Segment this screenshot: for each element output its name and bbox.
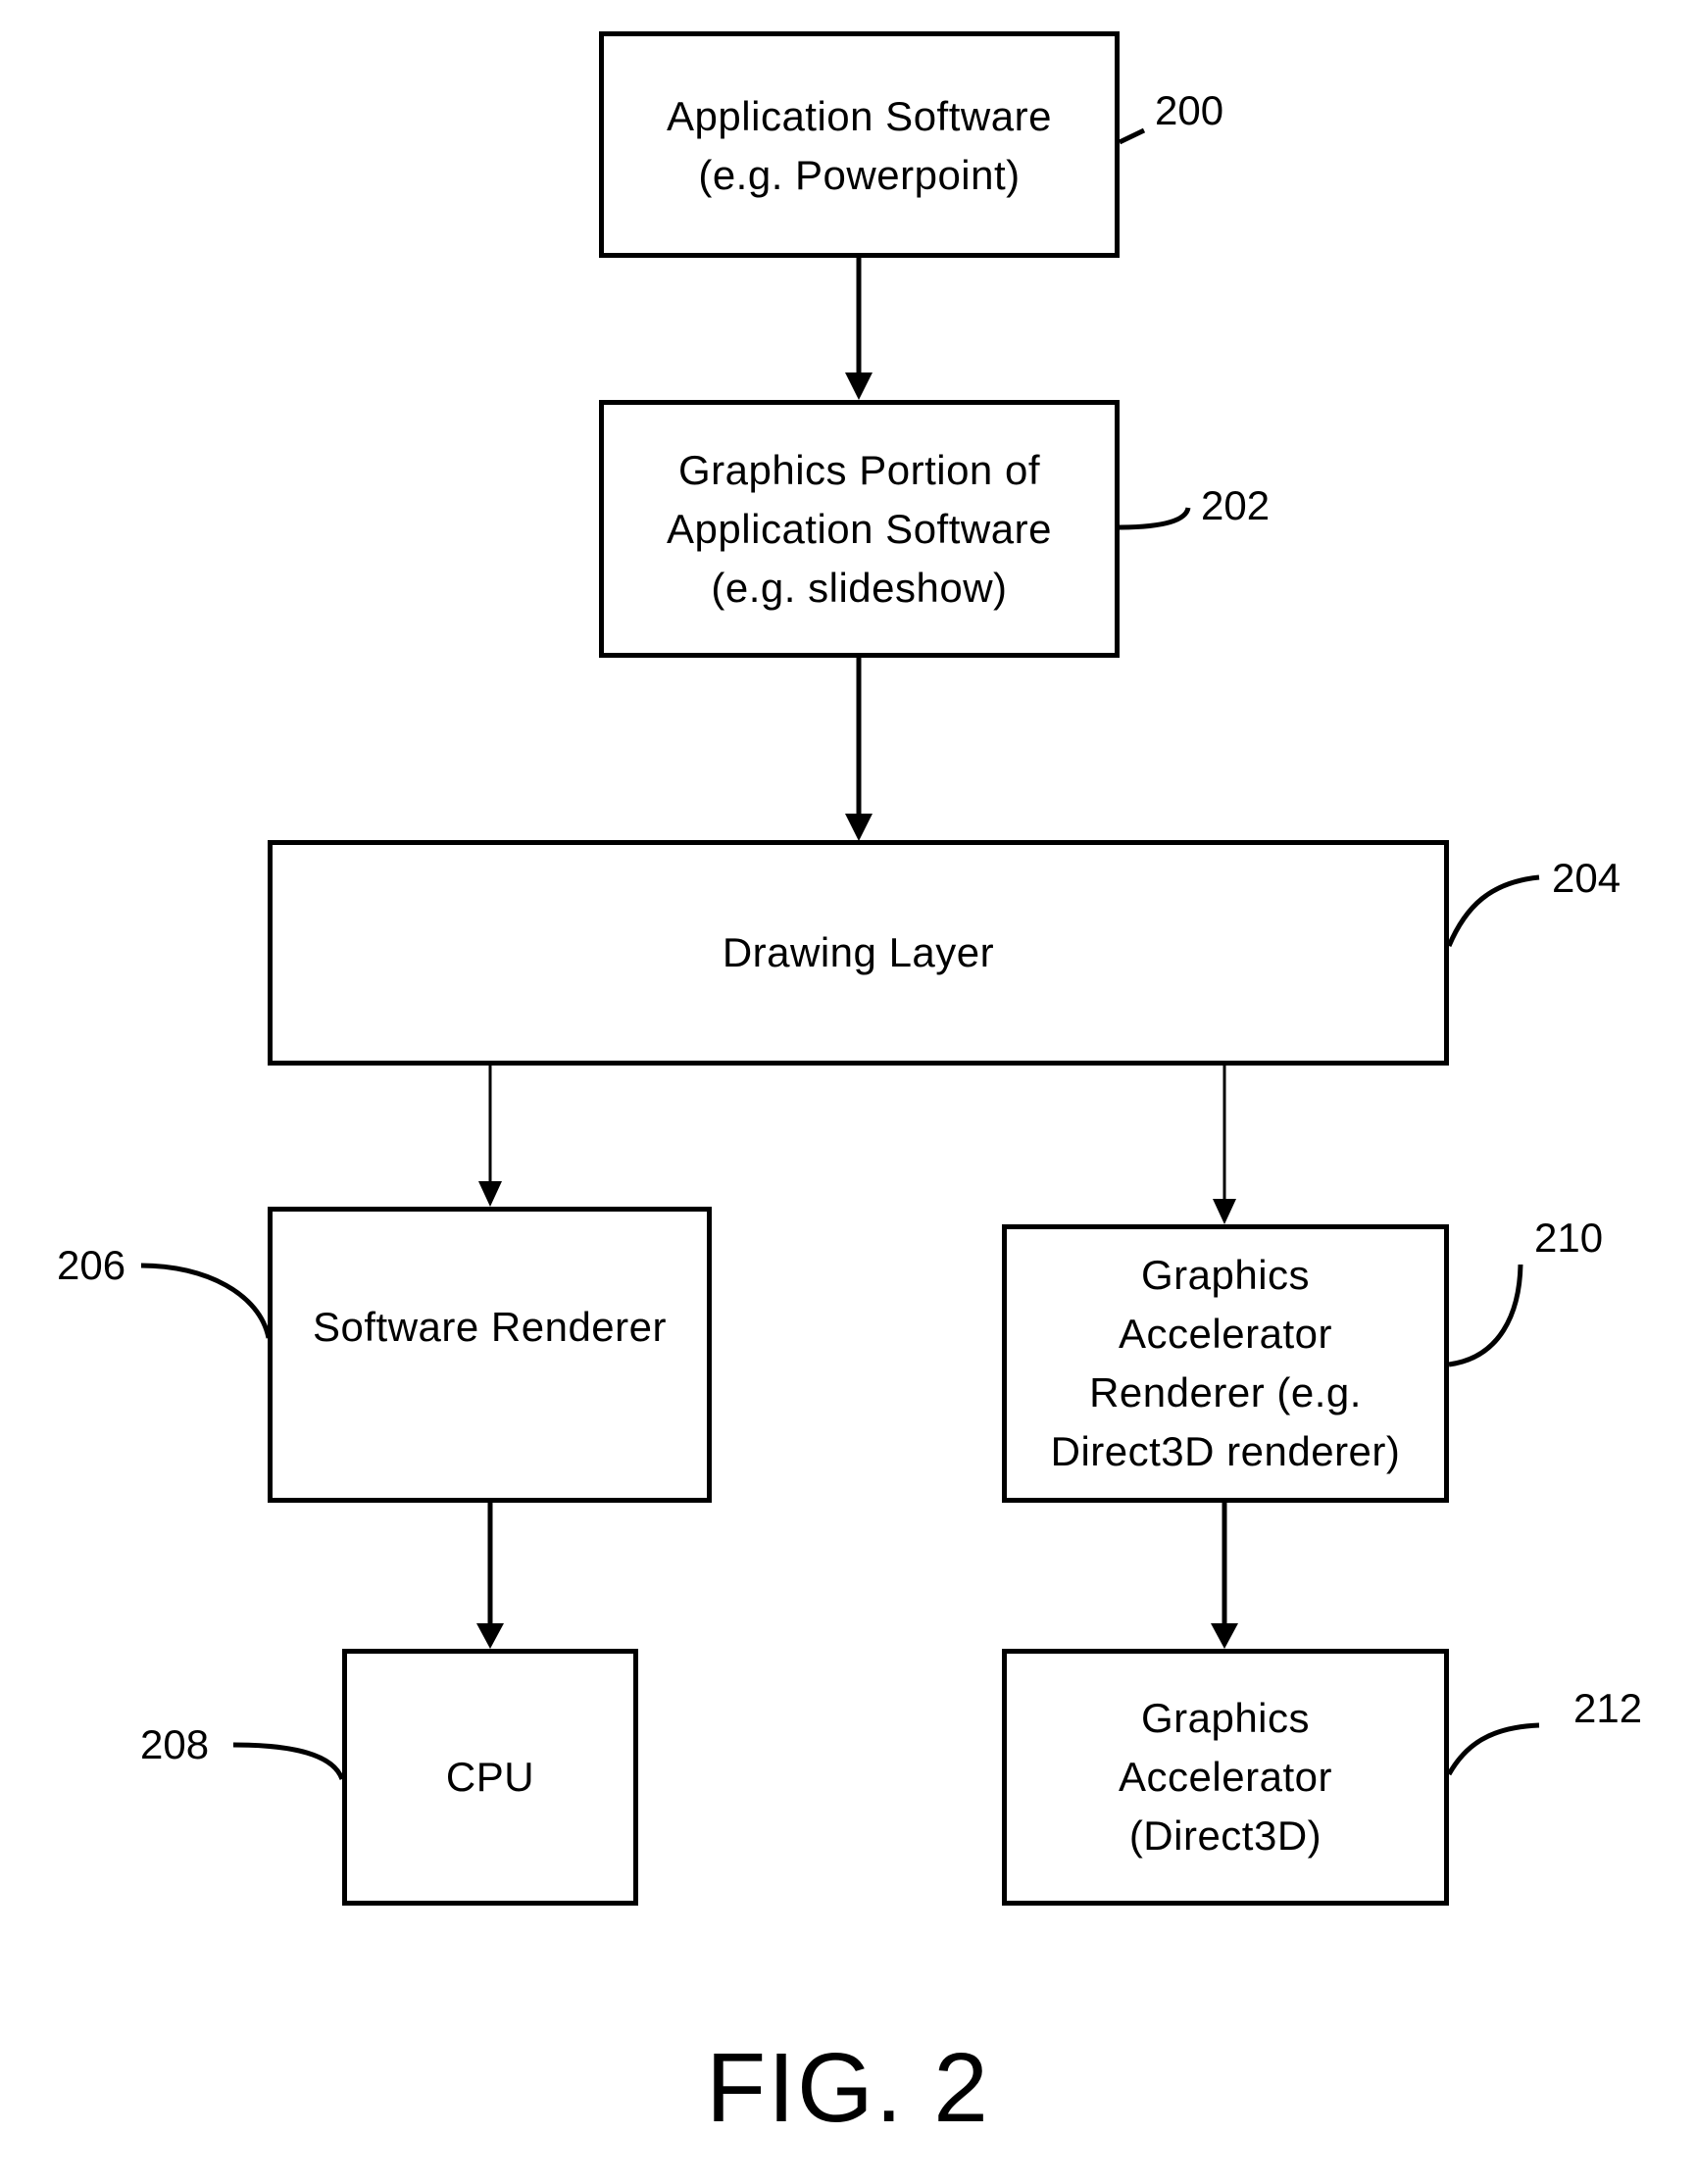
node-application-software: Application Software (e.g. Powerpoint) <box>599 31 1120 258</box>
edge-204-206 <box>478 1066 502 1207</box>
edge-200-202 <box>845 258 873 400</box>
leader-202 <box>1117 507 1191 530</box>
ref-numeral-212: 212 <box>1573 1685 1643 1731</box>
edge-206-208 <box>476 1503 504 1649</box>
leader-210 <box>1448 1264 1523 1367</box>
edge-202-204 <box>845 658 873 841</box>
node-label: Graphics Portion of Application Software… <box>667 446 1052 611</box>
ref-numeral-210: 210 <box>1534 1215 1604 1261</box>
node-label: Software Renderer <box>312 1304 667 1350</box>
ref-numeral-202: 202 <box>1201 482 1271 528</box>
node-label: Application Software (e.g. Powerpoint) <box>667 93 1052 198</box>
node-graphics-accelerator-renderer: Graphics Accelerator Renderer (e.g. Dire… <box>1002 1224 1449 1503</box>
leader-200 <box>1118 127 1146 145</box>
node-drawing-layer: Drawing Layer <box>268 840 1449 1066</box>
leader-206 <box>140 1263 272 1339</box>
ref-numeral-204: 204 <box>1552 855 1621 901</box>
node-label: Graphics Accelerator (Direct3D) <box>1119 1695 1332 1859</box>
node-label: Drawing Layer <box>722 929 995 975</box>
leader-212 <box>1446 1722 1540 1776</box>
ref-numeral-208: 208 <box>140 1721 210 1767</box>
node-label: CPU <box>445 1754 535 1800</box>
ref-numeral-200: 200 <box>1155 87 1224 133</box>
node-software-renderer: Software Renderer <box>268 1207 712 1503</box>
figure-caption: FIG. 2 <box>706 2033 990 2143</box>
ref-numeral-206: 206 <box>57 1242 126 1288</box>
node-graphics-portion: Graphics Portion of Application Software… <box>599 400 1120 658</box>
edge-204-210 <box>1213 1066 1236 1224</box>
node-cpu: CPU <box>342 1649 638 1906</box>
node-graphics-accelerator: Graphics Accelerator (Direct3D) <box>1002 1649 1449 1906</box>
edge-210-212 <box>1211 1503 1238 1649</box>
leader-208 <box>232 1742 345 1781</box>
leader-204 <box>1446 874 1540 947</box>
node-label: Graphics Accelerator Renderer (e.g. Dire… <box>1050 1252 1401 1474</box>
